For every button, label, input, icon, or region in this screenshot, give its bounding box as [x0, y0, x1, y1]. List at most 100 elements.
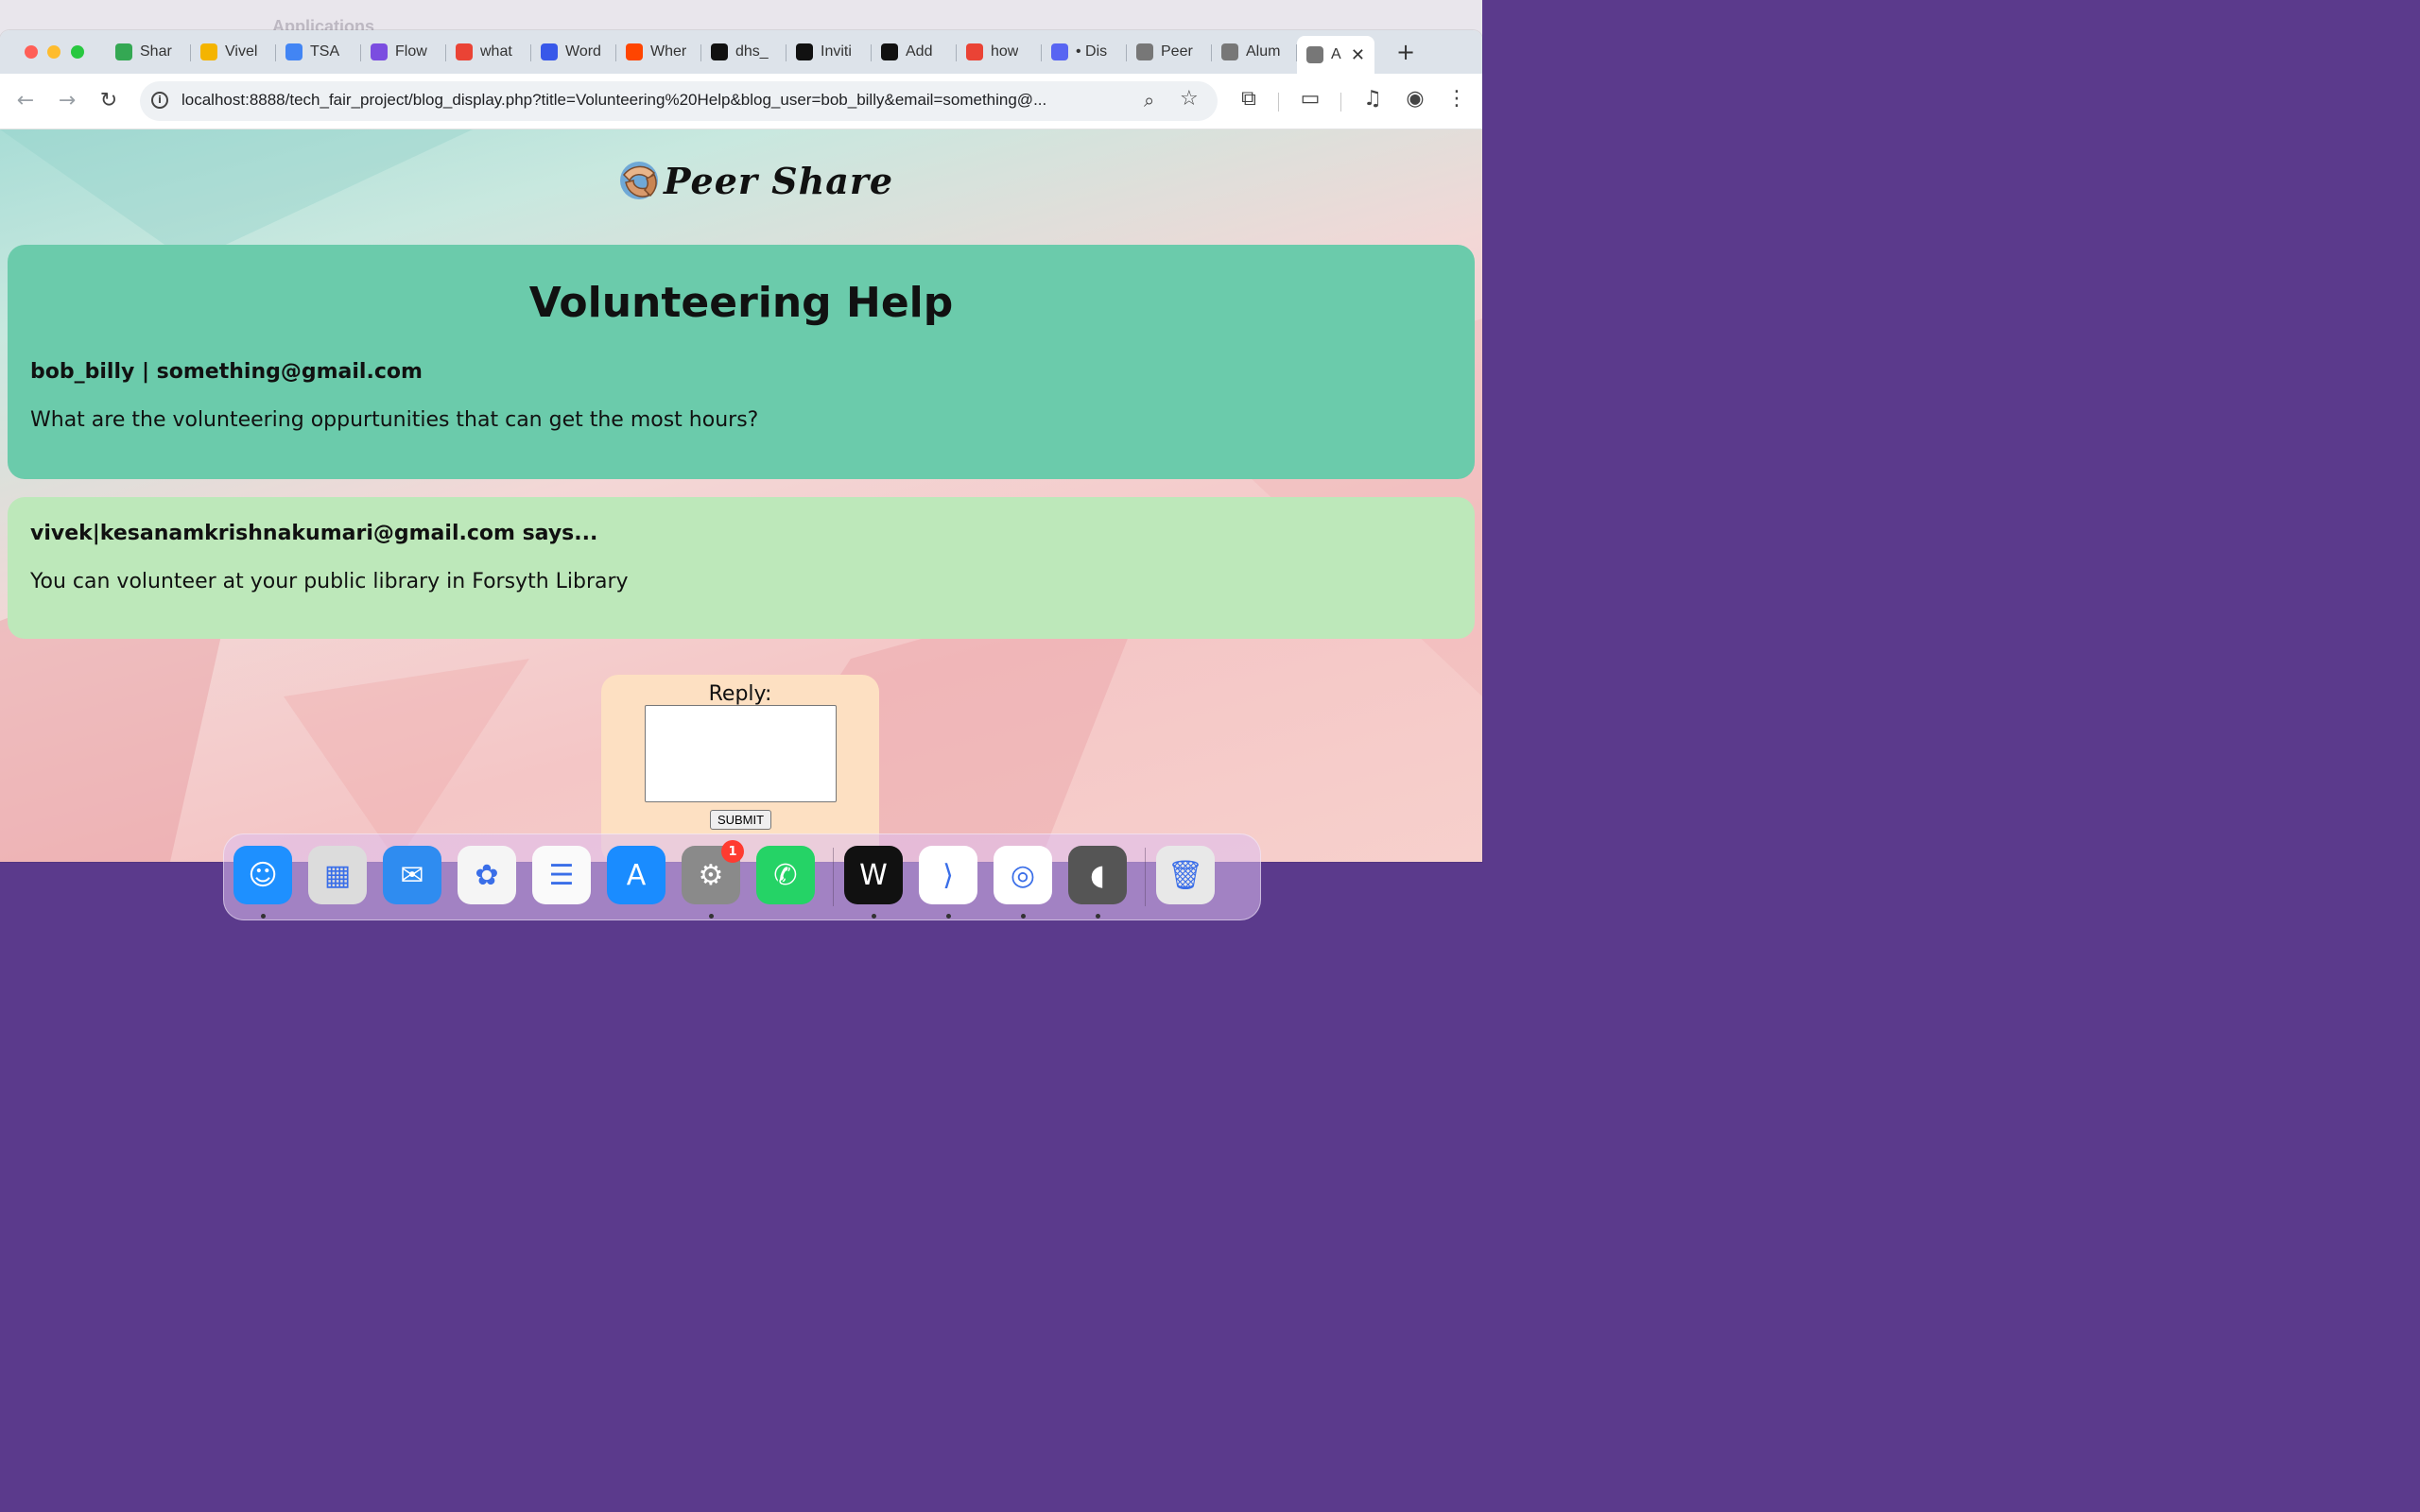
hands-logo-icon	[620, 162, 658, 199]
toolbar-divider	[1278, 93, 1279, 112]
github-icon	[881, 43, 898, 60]
elephant-icon	[1136, 43, 1153, 60]
browser-tab[interactable]: TSA	[276, 36, 361, 68]
post-body: What are the volunteering oppurtunities …	[30, 408, 759, 432]
browser-tab[interactable]: Inviti	[786, 36, 872, 68]
tab-label: Flow	[395, 43, 427, 60]
post-title: Volunteering Help	[528, 279, 954, 327]
google-drive-icon	[115, 43, 132, 60]
site-info-icon[interactable]: i	[151, 92, 168, 109]
finder-dock-icon[interactable]: ☺	[233, 846, 292, 904]
browser-window: Shar Vivel TSA Flow what Word Wher dhs_ Inviti Ad…	[0, 30, 1482, 862]
reply-card: vivek|kesanamkrishnakumari@gmail.com say…	[8, 497, 1475, 639]
elephant-icon	[1306, 46, 1323, 63]
browser-tab[interactable]: Alum	[1212, 36, 1297, 68]
url-text[interactable]: localhost:8888/tech_fair_project/blog_di…	[182, 91, 1127, 110]
photos-dock-icon[interactable]: ✿	[458, 846, 516, 904]
system-settings-dock-icon[interactable]: ⚙ 1	[682, 840, 744, 904]
post-author: bob_billy | something@gmail.com	[30, 360, 423, 384]
browser-tab-active[interactable]: A ✕	[1297, 36, 1374, 74]
running-indicator	[1096, 914, 1100, 919]
running-indicator	[261, 914, 266, 919]
reload-icon[interactable]: ↻	[95, 87, 123, 115]
browser-tab[interactable]: Peer	[1127, 36, 1212, 68]
running-indicator	[872, 914, 876, 919]
tab-label: how	[991, 43, 1019, 60]
blog-post-card: Volunteering Help bob_billy | something@…	[8, 245, 1475, 479]
mamp-dock-icon[interactable]: ◖	[1068, 846, 1127, 904]
browser-tab[interactable]: Vivel	[191, 36, 276, 68]
browser-tab[interactable]: Shar	[106, 36, 191, 68]
running-indicator	[1021, 914, 1026, 919]
tab-label: • Dis	[1076, 43, 1108, 60]
chrome-dock-icon[interactable]: ◎	[994, 846, 1052, 904]
address-bar[interactable]: i localhost:8888/tech_fair_project/blog_…	[140, 81, 1218, 121]
reply-body: You can volunteer at your public library…	[30, 570, 629, 593]
reply-label: Reply:	[708, 682, 772, 706]
running-indicator	[709, 914, 714, 919]
site-logo-text: Peer Share	[664, 159, 894, 202]
submit-button[interactable]: SUBMIT	[710, 810, 771, 830]
notification-badge: 1	[721, 840, 744, 863]
bookmark-star-icon[interactable]: ☆	[1180, 87, 1199, 111]
browser-tab[interactable]: Add	[872, 36, 957, 68]
macos-dock: ☺ ▦ ✉ ✿ ☰ A ⚙ 1 ✆ W ⟩ ◎ ◖ 🗑	[223, 833, 1261, 920]
browser-tab[interactable]: Wher	[616, 36, 701, 68]
wordpress-icon	[541, 43, 558, 60]
profile-icon[interactable]: ◉	[1401, 87, 1429, 111]
browser-tab[interactable]: what	[446, 36, 531, 68]
browser-tab[interactable]: Flow	[361, 36, 446, 68]
reply-textarea[interactable]	[645, 705, 837, 802]
zoom-icon[interactable]: ⌕	[1144, 89, 1154, 112]
tab-label: Wher	[650, 43, 687, 60]
site-logo[interactable]: Peer Share	[616, 154, 893, 207]
minimize-window-button[interactable]	[47, 45, 60, 59]
browser-tab[interactable]: • Dis	[1042, 36, 1127, 68]
maximize-window-button[interactable]	[71, 45, 84, 59]
vscode-dock-icon[interactable]: ⟩	[919, 846, 977, 904]
browser-tab[interactable]: how	[957, 36, 1042, 68]
app-store-dock-icon[interactable]: A	[607, 846, 666, 904]
tab-label: Word	[565, 43, 601, 60]
tab-label: TSA	[310, 43, 340, 60]
reply-author: vivek|kesanamkrishnakumari@gmail.com say…	[30, 522, 598, 545]
running-indicator	[946, 914, 951, 919]
webex-dock-icon[interactable]: W	[844, 846, 903, 904]
browser-tab[interactable]: Word	[531, 36, 616, 68]
github-icon	[796, 43, 813, 60]
media-control-icon[interactable]: ♫	[1358, 87, 1387, 111]
tab-label: A	[1331, 46, 1341, 62]
mail-dock-icon[interactable]: ✉	[383, 846, 441, 904]
reddit-icon	[626, 43, 643, 60]
browser-tab[interactable]: dhs_	[701, 36, 786, 68]
flowchart-app-icon	[371, 43, 388, 60]
whatsapp-dock-icon[interactable]: ✆	[756, 846, 815, 904]
tab-search-icon[interactable]: ▭	[1296, 87, 1324, 111]
toolbar-divider	[1340, 93, 1341, 112]
close-window-button[interactable]	[25, 45, 38, 59]
tab-label: Peer	[1161, 43, 1193, 60]
browser-toolbar: ← → ↻ i localhost:8888/tech_fair_project…	[0, 74, 1482, 129]
reminders-dock-icon[interactable]: ☰	[532, 846, 591, 904]
tab-bar: Shar Vivel TSA Flow what Word Wher dhs_ Inviti Ad…	[0, 30, 1482, 74]
menu-kebab-icon[interactable]: ⋮	[1443, 87, 1471, 111]
trash-dock-icon[interactable]: 🗑	[1156, 846, 1215, 904]
tab-label: Shar	[140, 43, 172, 60]
tab-label: Vivel	[225, 43, 258, 60]
web-page: Peer Share Volunteering Help bob_billy |…	[0, 129, 1482, 862]
launchpad-dock-icon[interactable]: ▦	[308, 846, 367, 904]
github-icon	[711, 43, 728, 60]
new-tab-button[interactable]: +	[1393, 40, 1418, 64]
close-tab-icon[interactable]: ✕	[1351, 45, 1365, 65]
tab-label: what	[480, 43, 512, 60]
tab-label: dhs_	[735, 43, 769, 60]
tab-strip: Shar Vivel TSA Flow what Word Wher dhs_ Inviti Ad…	[106, 36, 1374, 74]
back-icon[interactable]: ←	[11, 87, 40, 115]
google-docs-icon	[285, 43, 302, 60]
forward-icon[interactable]: →	[53, 87, 81, 115]
dock-separator	[1145, 848, 1146, 906]
extensions-icon[interactable]: ⧉	[1235, 87, 1263, 111]
google-icon	[456, 43, 473, 60]
tab-label: Alum	[1246, 43, 1281, 60]
google-slides-icon	[200, 43, 217, 60]
